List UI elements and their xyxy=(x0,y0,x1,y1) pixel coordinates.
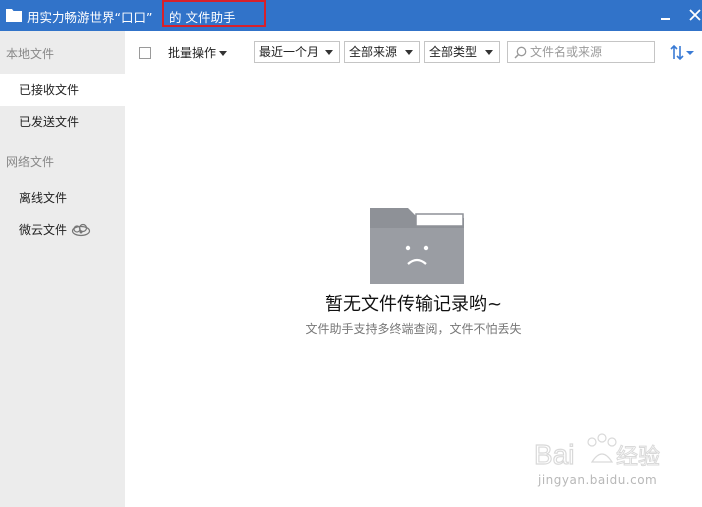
sort-icon[interactable] xyxy=(669,43,695,63)
close-icon[interactable] xyxy=(686,6,702,24)
sidebar-item-received[interactable]: 已接收文件 xyxy=(0,74,125,106)
search-input[interactable] xyxy=(530,44,650,60)
empty-state-subtitle: 文件助手支持多终端查阅，文件不怕丢失 xyxy=(305,322,522,336)
svg-text:经验: 经验 xyxy=(616,445,660,470)
time-filter-dropdown[interactable]: 最近一个月 xyxy=(254,41,340,63)
chevron-down-icon xyxy=(325,50,333,55)
window-title-suffix: 的 文件助手 xyxy=(169,10,236,25)
chevron-down-icon xyxy=(405,50,413,55)
type-filter-value: 全部类型 xyxy=(429,45,478,59)
sad-folder-icon xyxy=(370,208,464,284)
svg-text:Bai: Bai xyxy=(534,439,574,470)
chevron-down-icon xyxy=(485,50,493,55)
section-local-files: 本地文件 xyxy=(6,47,55,61)
sidebar: 本地文件 已接收文件 已发送文件 网络文件 离线文件 微云文件 xyxy=(0,31,125,507)
toolbar: 批量操作 最近一个月 全部来源 全部类型 xyxy=(125,31,702,75)
source-filter-value: 全部来源 xyxy=(349,45,398,59)
sidebar-item-weiyun[interactable]: 微云文件 xyxy=(0,214,125,246)
batch-label: 批量操作 xyxy=(168,46,217,60)
minimize-icon[interactable] xyxy=(657,6,675,24)
sidebar-item-label: 微云文件 xyxy=(19,223,68,237)
search-box xyxy=(507,41,655,63)
sidebar-item-offline[interactable]: 离线文件 xyxy=(0,182,125,214)
watermark-url: jingyan.baidu.com xyxy=(538,473,658,487)
title-bar: 用实力畅游世界“口口” 的 文件助手 xyxy=(0,0,702,31)
folder-icon xyxy=(6,9,22,22)
time-filter-value: 最近一个月 xyxy=(259,45,320,59)
batch-operation-button[interactable]: 批量操作 xyxy=(168,44,228,61)
select-all-checkbox[interactable] xyxy=(139,47,151,59)
search-icon xyxy=(514,46,527,59)
sidebar-item-label: 已发送文件 xyxy=(19,115,80,129)
sidebar-item-sent[interactable]: 已发送文件 xyxy=(0,106,125,138)
empty-state-title: 暂无文件传输记录哟~ xyxy=(324,294,503,315)
section-network-files: 网络文件 xyxy=(6,155,55,169)
window-title: 用实力畅游世界“口口” xyxy=(27,10,153,25)
sidebar-item-label: 已接收文件 xyxy=(19,83,80,97)
source-filter-dropdown[interactable]: 全部来源 xyxy=(344,41,420,63)
type-filter-dropdown[interactable]: 全部类型 xyxy=(424,41,500,63)
chevron-down-icon xyxy=(219,51,228,56)
sidebar-item-label: 离线文件 xyxy=(19,191,68,205)
cloud-icon xyxy=(71,223,91,237)
